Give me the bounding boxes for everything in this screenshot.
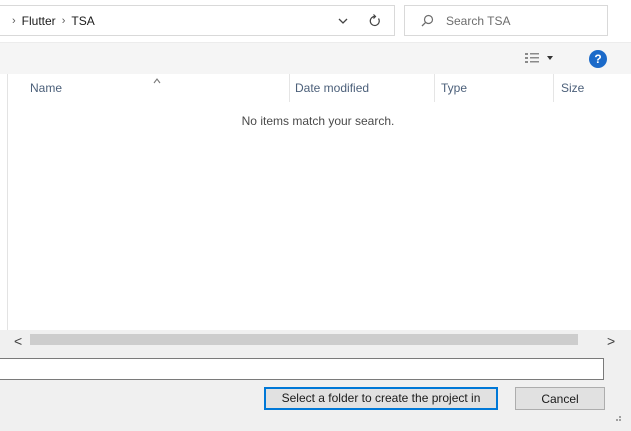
chevron-down-icon xyxy=(543,51,557,68)
breadcrumb-item-flutter[interactable]: Flutter xyxy=(22,14,56,28)
file-list[interactable]: Name Date modified Type Size No items ma… xyxy=(7,74,631,330)
column-divider[interactable] xyxy=(553,74,554,102)
column-header-name[interactable]: Name xyxy=(24,74,289,104)
change-view-button[interactable] xyxy=(523,51,563,67)
command-bar: ? xyxy=(0,42,631,74)
scroll-right-button[interactable]: > xyxy=(607,333,615,349)
view-details-icon xyxy=(523,51,543,68)
folder-name-input[interactable] xyxy=(0,358,604,380)
scroll-left-button[interactable]: < xyxy=(14,333,22,349)
breadcrumb-item-tsa[interactable]: TSA xyxy=(71,14,94,28)
breadcrumb: › Flutter › TSA xyxy=(6,14,95,28)
search-placeholder: Search TSA xyxy=(446,14,511,28)
column-header-date-modified[interactable]: Date modified xyxy=(289,74,434,104)
search-icon xyxy=(419,13,435,29)
column-header-row: Name Date modified Type Size xyxy=(8,74,631,104)
scrollbar-thumb[interactable] xyxy=(30,334,578,345)
dialog-footer: Select a folder to create the project in… xyxy=(0,350,631,431)
breadcrumb-separator: › xyxy=(61,15,66,27)
resize-grip-icon[interactable] xyxy=(610,410,622,422)
cancel-button[interactable]: Cancel xyxy=(515,387,605,410)
breadcrumb-separator: › xyxy=(12,15,16,27)
column-header-size[interactable]: Size xyxy=(555,74,631,104)
select-folder-button[interactable]: Select a folder to create the project in xyxy=(264,387,498,410)
address-bar[interactable]: › Flutter › TSA xyxy=(0,5,395,36)
horizontal-scrollbar[interactable]: < > xyxy=(0,330,631,350)
chevron-down-icon[interactable] xyxy=(333,13,353,29)
help-icon[interactable]: ? xyxy=(589,50,607,68)
search-field[interactable]: Search TSA xyxy=(404,5,608,36)
column-header-type[interactable]: Type xyxy=(435,74,553,104)
navigation-bar: › Flutter › TSA Search TSA xyxy=(0,0,631,42)
refresh-icon[interactable] xyxy=(365,12,385,30)
empty-list-message: No items match your search. xyxy=(241,114,395,128)
